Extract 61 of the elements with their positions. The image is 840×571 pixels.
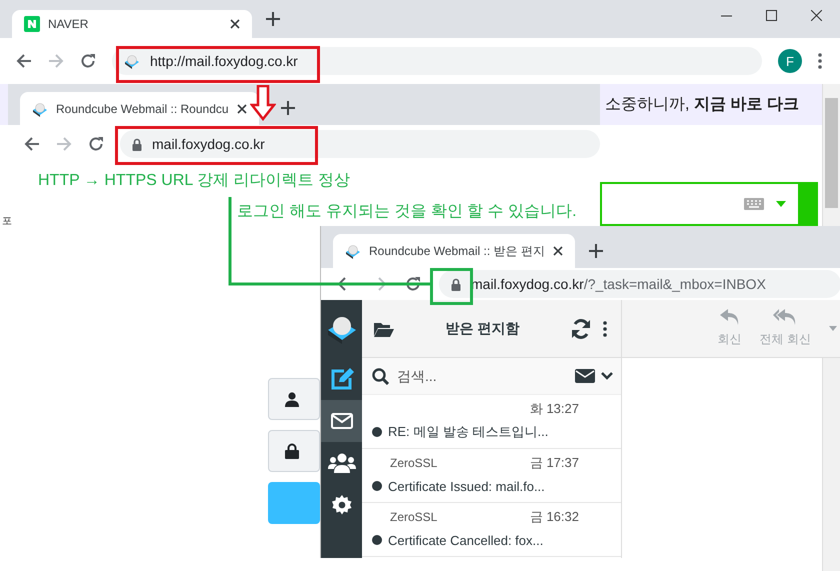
back-arrow-icon[interactable]	[24, 136, 40, 152]
settings-icon[interactable]	[332, 495, 352, 515]
reload-icon[interactable]	[88, 136, 104, 152]
people-icon[interactable]	[328, 453, 356, 473]
highlight-box	[430, 268, 473, 305]
lock-icon[interactable]	[132, 138, 142, 150]
back-arrow-icon[interactable]	[16, 53, 32, 69]
maximize-icon[interactable]	[766, 10, 777, 21]
close-window-icon[interactable]	[811, 10, 822, 21]
cube-logo-icon	[32, 100, 48, 116]
compose-icon[interactable]	[330, 368, 354, 390]
browser-tab[interactable]: Roundcube Webmail :: Roundcu	[20, 92, 259, 125]
user-icon	[285, 392, 299, 406]
message-subject: RE: 메일 발송 테스트입니...	[388, 423, 548, 441]
folder-icon[interactable]	[374, 320, 394, 336]
search-icon[interactable]	[372, 368, 389, 384]
banner-text: 소중하니까, 지금 바로 다크	[605, 95, 799, 115]
message-sender: ZeroSSL	[390, 456, 438, 470]
message-subject: Certificate Cancelled: fox...	[388, 532, 544, 548]
envelope-icon[interactable]	[575, 369, 595, 383]
new-tab-icon[interactable]	[266, 12, 280, 26]
annotation-text: 로그인 해도 유지되는 것을 확인 할 수 있습니다.	[237, 202, 577, 222]
naver-logo-icon	[24, 16, 40, 32]
search-bar[interactable]: 검색...	[362, 358, 621, 395]
profile-avatar[interactable]: F	[778, 49, 802, 73]
cube-logo-icon	[328, 314, 356, 344]
cube-logo-icon	[124, 53, 140, 69]
refresh-icon[interactable]	[571, 318, 591, 338]
message-subject: Certificate Issued: mail.fo...	[388, 478, 545, 494]
browser-tab[interactable]: NAVER	[12, 10, 252, 38]
new-tab-icon[interactable]	[280, 101, 295, 115]
menu-icon[interactable]	[603, 320, 607, 336]
address-bar[interactable]: http://mail.foxydog.co.kr	[112, 47, 762, 75]
message-item[interactable]: ZeroSSL 금 16:32 Certificate Cancelled: fox...	[362, 503, 621, 557]
reload-icon[interactable]	[405, 276, 421, 292]
cube-logo-icon	[345, 243, 361, 259]
menu-icon[interactable]	[818, 53, 822, 69]
lock-icon[interactable]	[451, 278, 461, 290]
envelope-icon[interactable]	[330, 413, 352, 429]
lock-icon	[285, 443, 299, 459]
message-date: 금 16:32	[530, 508, 579, 526]
reload-icon[interactable]	[80, 53, 96, 69]
message-item[interactable]: 화 13:27 RE: 메일 발송 테스트입니...	[362, 395, 621, 449]
message-date: 금 17:37	[530, 454, 579, 472]
browser-tab[interactable]: Roundcube Webmail :: 받은 편지	[333, 234, 575, 268]
password-field[interactable]	[268, 430, 320, 472]
page-text: 포	[2, 215, 12, 228]
close-tab-icon[interactable]	[230, 19, 240, 29]
chevron-down-icon[interactable]	[601, 372, 613, 380]
username-field[interactable]	[268, 378, 320, 420]
close-tab-icon[interactable]	[552, 246, 563, 256]
folder-title: 받은 편지함	[444, 320, 520, 338]
new-tab-icon[interactable]	[588, 244, 603, 258]
address-bar[interactable]: mail.foxydog.co.kr	[120, 130, 600, 158]
address-bar[interactable]: mail.foxydog.co.kr/?_task=mail&_mbox=INBOX	[439, 270, 840, 298]
message-sender: ZeroSSL	[390, 510, 438, 524]
message-date: 화 13:27	[530, 400, 579, 418]
close-tab-icon[interactable]	[236, 104, 247, 114]
message-item[interactable]: ZeroSSL 금 17:37 Certificate Issued: mail.fo...	[362, 449, 621, 503]
search-field[interactable]: 검색...	[395, 367, 569, 385]
sidebar-nav-item[interactable]	[321, 400, 362, 442]
